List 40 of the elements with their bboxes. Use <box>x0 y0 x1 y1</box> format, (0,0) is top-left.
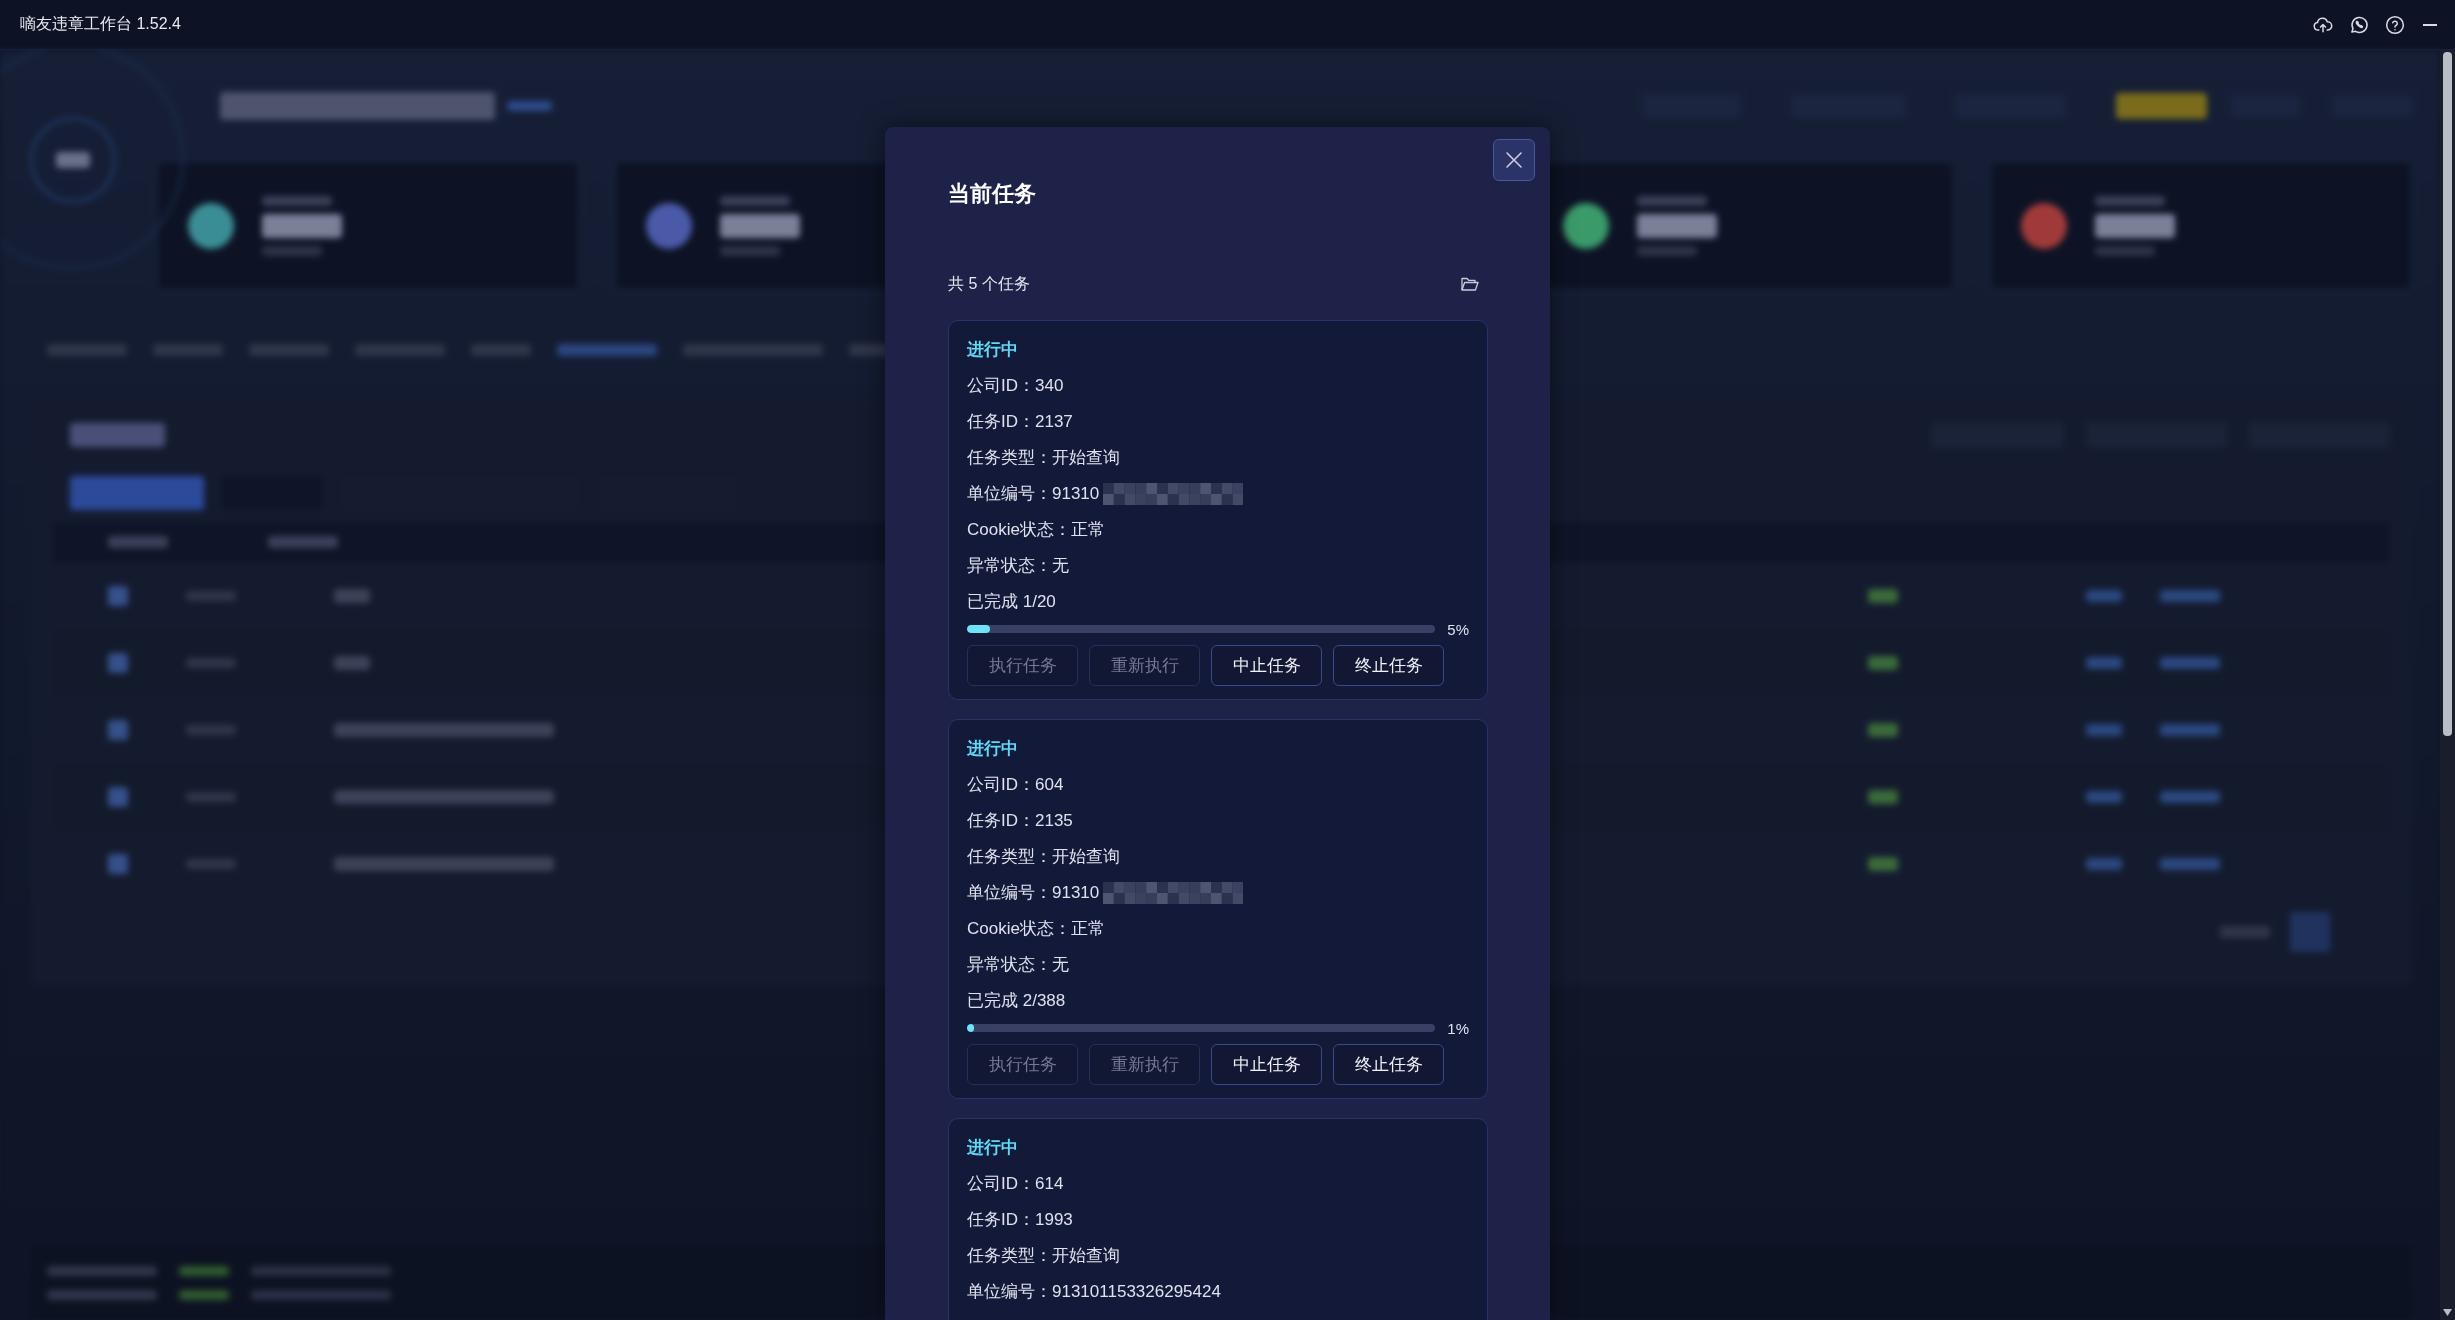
task-action-button[interactable]: 中止任务 <box>1211 1044 1322 1085</box>
progress-text: 已完成 2/388 <box>967 990 1066 1012</box>
task-detail: 公司ID：614 <box>967 1173 1064 1195</box>
status-label: 进行中 <box>967 339 1019 361</box>
cloud-upload-icon[interactable] <box>2313 14 2333 35</box>
app-title: 嘀友违章工作台 1.52.4 <box>20 14 181 34</box>
task-detail: 任务类型：开始查询 <box>967 846 1120 868</box>
scrollbar-track[interactable] <box>2440 50 2455 1320</box>
task-detail: 异常状态：无 <box>967 555 1069 577</box>
status-label: 进行中 <box>967 1137 1019 1159</box>
progress-percent: 5% <box>1447 620 1469 638</box>
task-detail: 任务ID：2137 <box>967 411 1073 433</box>
task-count: 共 5 个任务 <box>948 273 1030 294</box>
phone-chat-icon[interactable] <box>2349 14 2369 35</box>
task-detail: 单位编号：91310 <box>967 483 1100 505</box>
task-detail: 任务ID：1993 <box>967 1209 1073 1231</box>
task-detail: Cookie状态：正常 <box>967 918 1105 940</box>
task-action-button[interactable]: 终止任务 <box>1333 1044 1444 1085</box>
dialog-title: 当前任务 <box>948 180 1037 208</box>
help-icon[interactable] <box>2385 14 2405 35</box>
task-detail: 任务类型：开始查询 <box>967 447 1120 469</box>
task-action-button[interactable]: 终止任务 <box>1333 645 1444 686</box>
progress-percent: 1% <box>1447 1019 1469 1037</box>
task-detail: 异常状态：无 <box>967 954 1069 976</box>
task-detail: 任务ID：2135 <box>967 810 1073 832</box>
task-action-button[interactable]: 中止任务 <box>1211 645 1322 686</box>
status-label: 进行中 <box>967 738 1019 760</box>
task-detail: 任务类型：开始查询 <box>967 1245 1120 1267</box>
folder-icon[interactable] <box>1461 276 1479 292</box>
scroll-down-arrow-icon[interactable] <box>2443 1309 2452 1316</box>
task-detail: 公司ID：604 <box>967 774 1064 796</box>
task-detail: 单位编号：913101153326295424 <box>967 1281 1221 1303</box>
task-detail: 公司ID：340 <box>967 375 1064 397</box>
progress-text: 已完成 1/20 <box>967 591 1056 613</box>
task-detail: Cookie状态：正常 <box>967 519 1105 541</box>
task-detail: 单位编号：91310 <box>967 882 1100 904</box>
close-icon <box>1505 151 1523 169</box>
scrollbar-thumb[interactable] <box>2443 52 2452 736</box>
close-button[interactable] <box>1493 139 1535 181</box>
minimize-icon[interactable] <box>2423 23 2437 26</box>
